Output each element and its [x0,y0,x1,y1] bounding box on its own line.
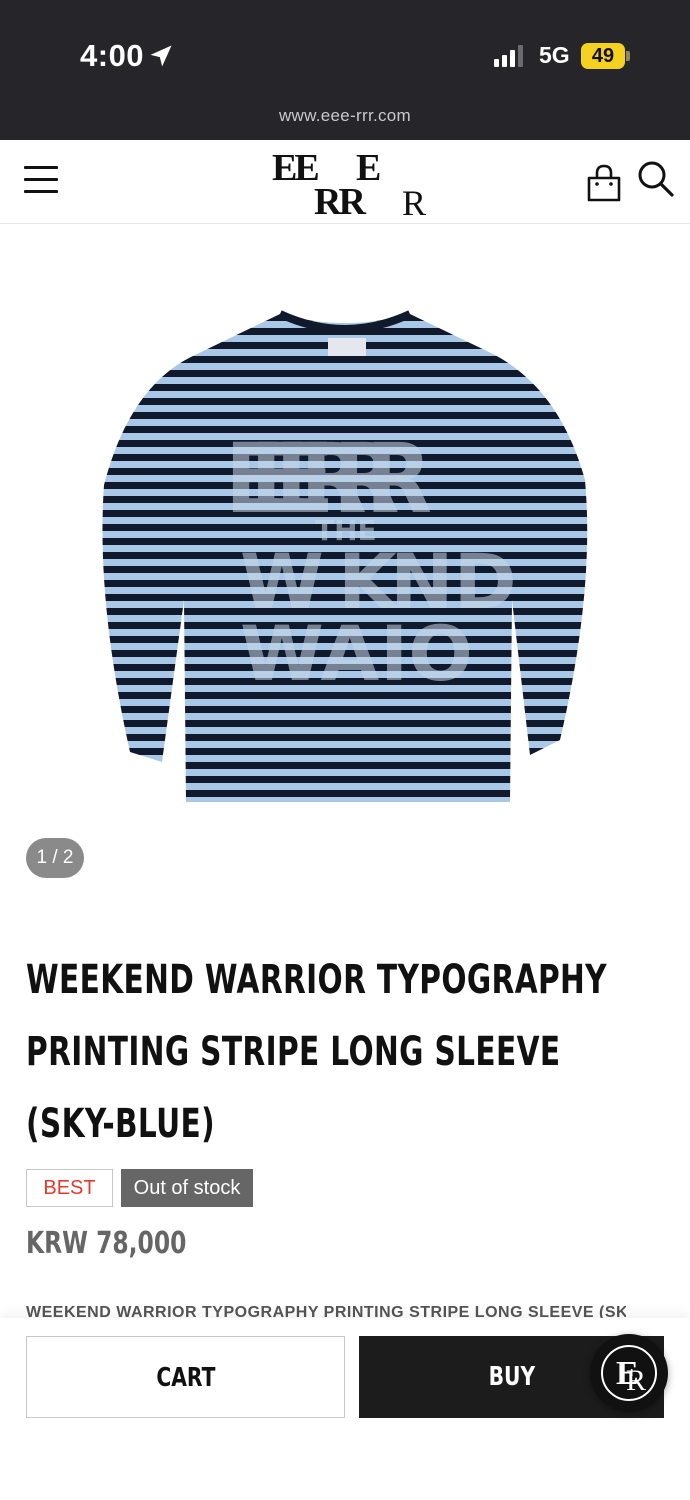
brand-logo[interactable]: EE E RR R [272,146,426,223]
network-label: 5G [539,42,570,68]
logo-text-4: R [402,183,427,223]
battery-tip [626,51,630,61]
location-arrow-icon [150,45,172,67]
product-price: KRW 78,000 [26,1226,187,1261]
svg-text:R: R [626,1364,646,1397]
svg-text:IO: IO [380,609,473,698]
site-header: EE E RR R [0,140,690,224]
best-badge: BEST [26,1169,113,1207]
search-icon[interactable] [637,160,675,198]
svg-text:WA: WA [240,609,379,698]
signal-icon [494,45,523,67]
product-title: WEEKEND WARRIOR TYPOGRAPHY PRINTING STRI… [26,957,607,1147]
image-counter: 1 / 2 [26,838,84,878]
logo-text-3: RR [314,181,366,223]
status-bar: 4:00 5G 49 www.eee-rrr.com [0,0,690,140]
brand-monogram-icon[interactable]: E R [590,1334,668,1412]
bag-icon[interactable] [586,164,622,202]
logo-text-1: EE [272,147,320,189]
buy-button-label: BUY [488,1362,535,1392]
battery-indicator: 49 [581,43,625,69]
browser-url[interactable]: www.eee-rrr.com [0,106,690,126]
bottom-action-bar: CART BUY [0,1318,690,1500]
status-time: 4:00 [80,38,145,73]
menu-icon[interactable] [24,166,58,196]
cart-button[interactable]: CART [26,1336,345,1418]
product-image[interactable]: EEERRR THE W K ND WA IO [90,300,600,810]
stock-status-badge: Out of stock [121,1169,253,1207]
description-peek: WEEKEND WARRIOR TYPOGRAPHY PRINTING STRI… [26,1304,626,1318]
cart-button-label: CART [155,1363,216,1393]
